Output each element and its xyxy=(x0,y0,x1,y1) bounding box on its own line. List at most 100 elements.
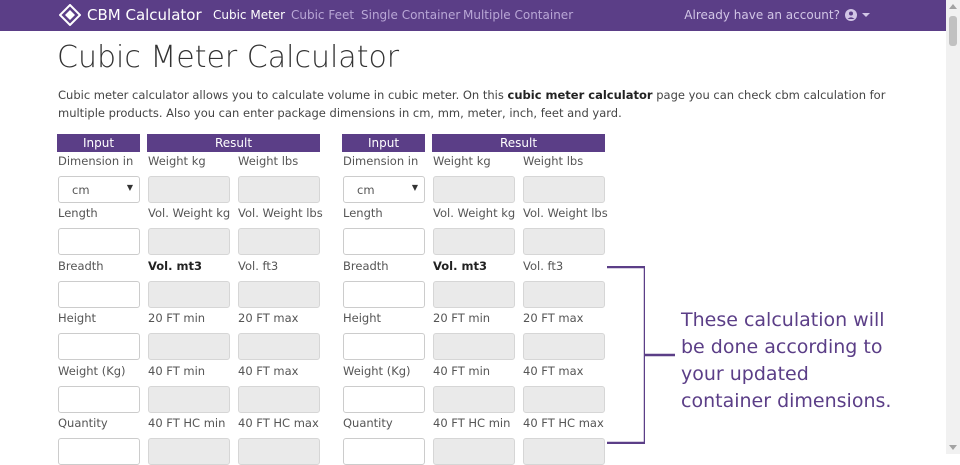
result-field xyxy=(523,176,605,203)
scroll-down-icon[interactable] xyxy=(949,445,957,450)
input-label: Height xyxy=(343,311,382,325)
result-label: 40 FT min xyxy=(433,364,491,378)
result-label: 40 FT HC min xyxy=(148,416,226,430)
result-field xyxy=(433,281,515,308)
account-dropdown[interactable]: Already have an account? xyxy=(684,8,870,22)
unit-select-value: cm xyxy=(357,183,375,197)
result-label: 20 FT min xyxy=(433,311,491,325)
cube-logo-icon xyxy=(59,4,81,26)
result-field xyxy=(433,386,515,413)
input-field[interactable] xyxy=(343,333,425,360)
account-label: Already have an account? xyxy=(684,8,840,22)
result-label: 20 FT max xyxy=(238,311,299,325)
input-label: Length xyxy=(58,206,98,220)
result-label: Vol. Weight kg xyxy=(433,206,516,220)
scrollbar[interactable] xyxy=(946,0,960,454)
bracket-pointer xyxy=(645,353,675,357)
result-field xyxy=(238,176,320,203)
annotation-text: These calculation will be done according… xyxy=(681,307,891,415)
input-label: Quantity xyxy=(58,416,108,430)
result-label: Weight lbs xyxy=(523,154,584,168)
input-field[interactable] xyxy=(343,438,425,465)
result-field xyxy=(148,333,230,360)
result-label: 40 FT max xyxy=(238,364,299,378)
input-field[interactable] xyxy=(58,386,140,413)
result-field xyxy=(148,386,230,413)
result-field xyxy=(238,333,320,360)
result-label: Vol. Weight lbs xyxy=(523,206,608,220)
brand[interactable]: CBM Calculator xyxy=(59,2,202,28)
desc-text-1: Cubic meter calculator allows you to cal… xyxy=(58,88,508,102)
nav-multiple-container[interactable]: Multiple Container xyxy=(463,8,573,22)
result-field xyxy=(148,281,230,308)
input-label: Dimension in xyxy=(343,154,419,168)
input-label: Height xyxy=(58,311,97,325)
result-label: Vol. Weight kg xyxy=(148,206,231,220)
result-label: 40 FT max xyxy=(523,364,584,378)
brand-name: CBM Calculator xyxy=(87,6,202,24)
unit-select-value: cm xyxy=(72,183,90,197)
result-field xyxy=(523,281,605,308)
nav-cubic-feet[interactable]: Cubic Feet xyxy=(291,8,354,22)
input-header: Input xyxy=(57,134,140,152)
input-field[interactable] xyxy=(58,438,140,465)
annotation-line: container dimensions. xyxy=(681,390,892,412)
result-label: 40 FT HC min xyxy=(433,416,511,430)
unit-select[interactable]: cm ▼ xyxy=(343,176,425,203)
input-header: Input xyxy=(342,134,425,152)
annotation-line: be done according to xyxy=(681,336,883,358)
result-field xyxy=(433,228,515,255)
dropdown-arrow-icon: ▼ xyxy=(126,183,133,192)
desc-bold: cubic meter calculator xyxy=(507,88,653,102)
dropdown-arrow-icon: ▼ xyxy=(411,183,418,192)
result-field xyxy=(523,438,605,465)
input-field[interactable] xyxy=(58,228,140,255)
result-label: Weight kg xyxy=(148,154,206,168)
result-label: Vol. ft3 xyxy=(523,259,564,273)
result-field xyxy=(433,333,515,360)
result-label: 20 FT max xyxy=(523,311,584,325)
result-label: Weight lbs xyxy=(238,154,299,168)
result-field xyxy=(523,333,605,360)
scroll-thumb[interactable] xyxy=(949,16,957,46)
page-title: Cubic Meter Calculator xyxy=(57,40,400,75)
scroll-up-icon[interactable] xyxy=(949,4,957,9)
result-field xyxy=(238,386,320,413)
result-field xyxy=(523,386,605,413)
result-field xyxy=(238,438,320,465)
result-label: Weight kg xyxy=(433,154,491,168)
annotation-line: your updated xyxy=(681,363,809,385)
input-label: Quantity xyxy=(343,416,393,430)
input-field[interactable] xyxy=(343,281,425,308)
result-field xyxy=(433,438,515,465)
unit-select[interactable]: cm ▼ xyxy=(58,176,140,203)
result-field xyxy=(148,438,230,465)
input-field[interactable] xyxy=(343,386,425,413)
result-label: 20 FT min xyxy=(148,311,206,325)
user-icon xyxy=(845,9,857,21)
input-field[interactable] xyxy=(343,228,425,255)
result-field xyxy=(238,281,320,308)
result-label: Vol. ft3 xyxy=(238,259,279,273)
result-label: Vol. Weight lbs xyxy=(238,206,323,220)
bracket-annotation xyxy=(607,266,645,444)
input-label: Breadth xyxy=(58,259,104,273)
nav-cubic-meter[interactable]: Cubic Meter xyxy=(213,8,285,22)
result-label: Vol. mt3 xyxy=(148,259,202,273)
result-header: Result xyxy=(432,134,605,152)
annotation-line: These calculation will xyxy=(681,309,885,331)
result-label: 40 FT HC max xyxy=(238,416,319,430)
result-field xyxy=(148,228,230,255)
input-label: Dimension in xyxy=(58,154,134,168)
result-label: Vol. mt3 xyxy=(433,259,487,273)
navbar: CBM Calculator Cubic Meter Cubic Feet Si… xyxy=(0,0,946,31)
input-label: Breadth xyxy=(343,259,389,273)
nav-single-container[interactable]: Single Container xyxy=(361,8,460,22)
input-field[interactable] xyxy=(58,333,140,360)
result-field xyxy=(148,176,230,203)
result-field xyxy=(433,176,515,203)
page-description: Cubic meter calculator allows you to cal… xyxy=(58,86,888,122)
result-label: 40 FT HC max xyxy=(523,416,604,430)
result-field xyxy=(238,228,320,255)
input-field[interactable] xyxy=(58,281,140,308)
